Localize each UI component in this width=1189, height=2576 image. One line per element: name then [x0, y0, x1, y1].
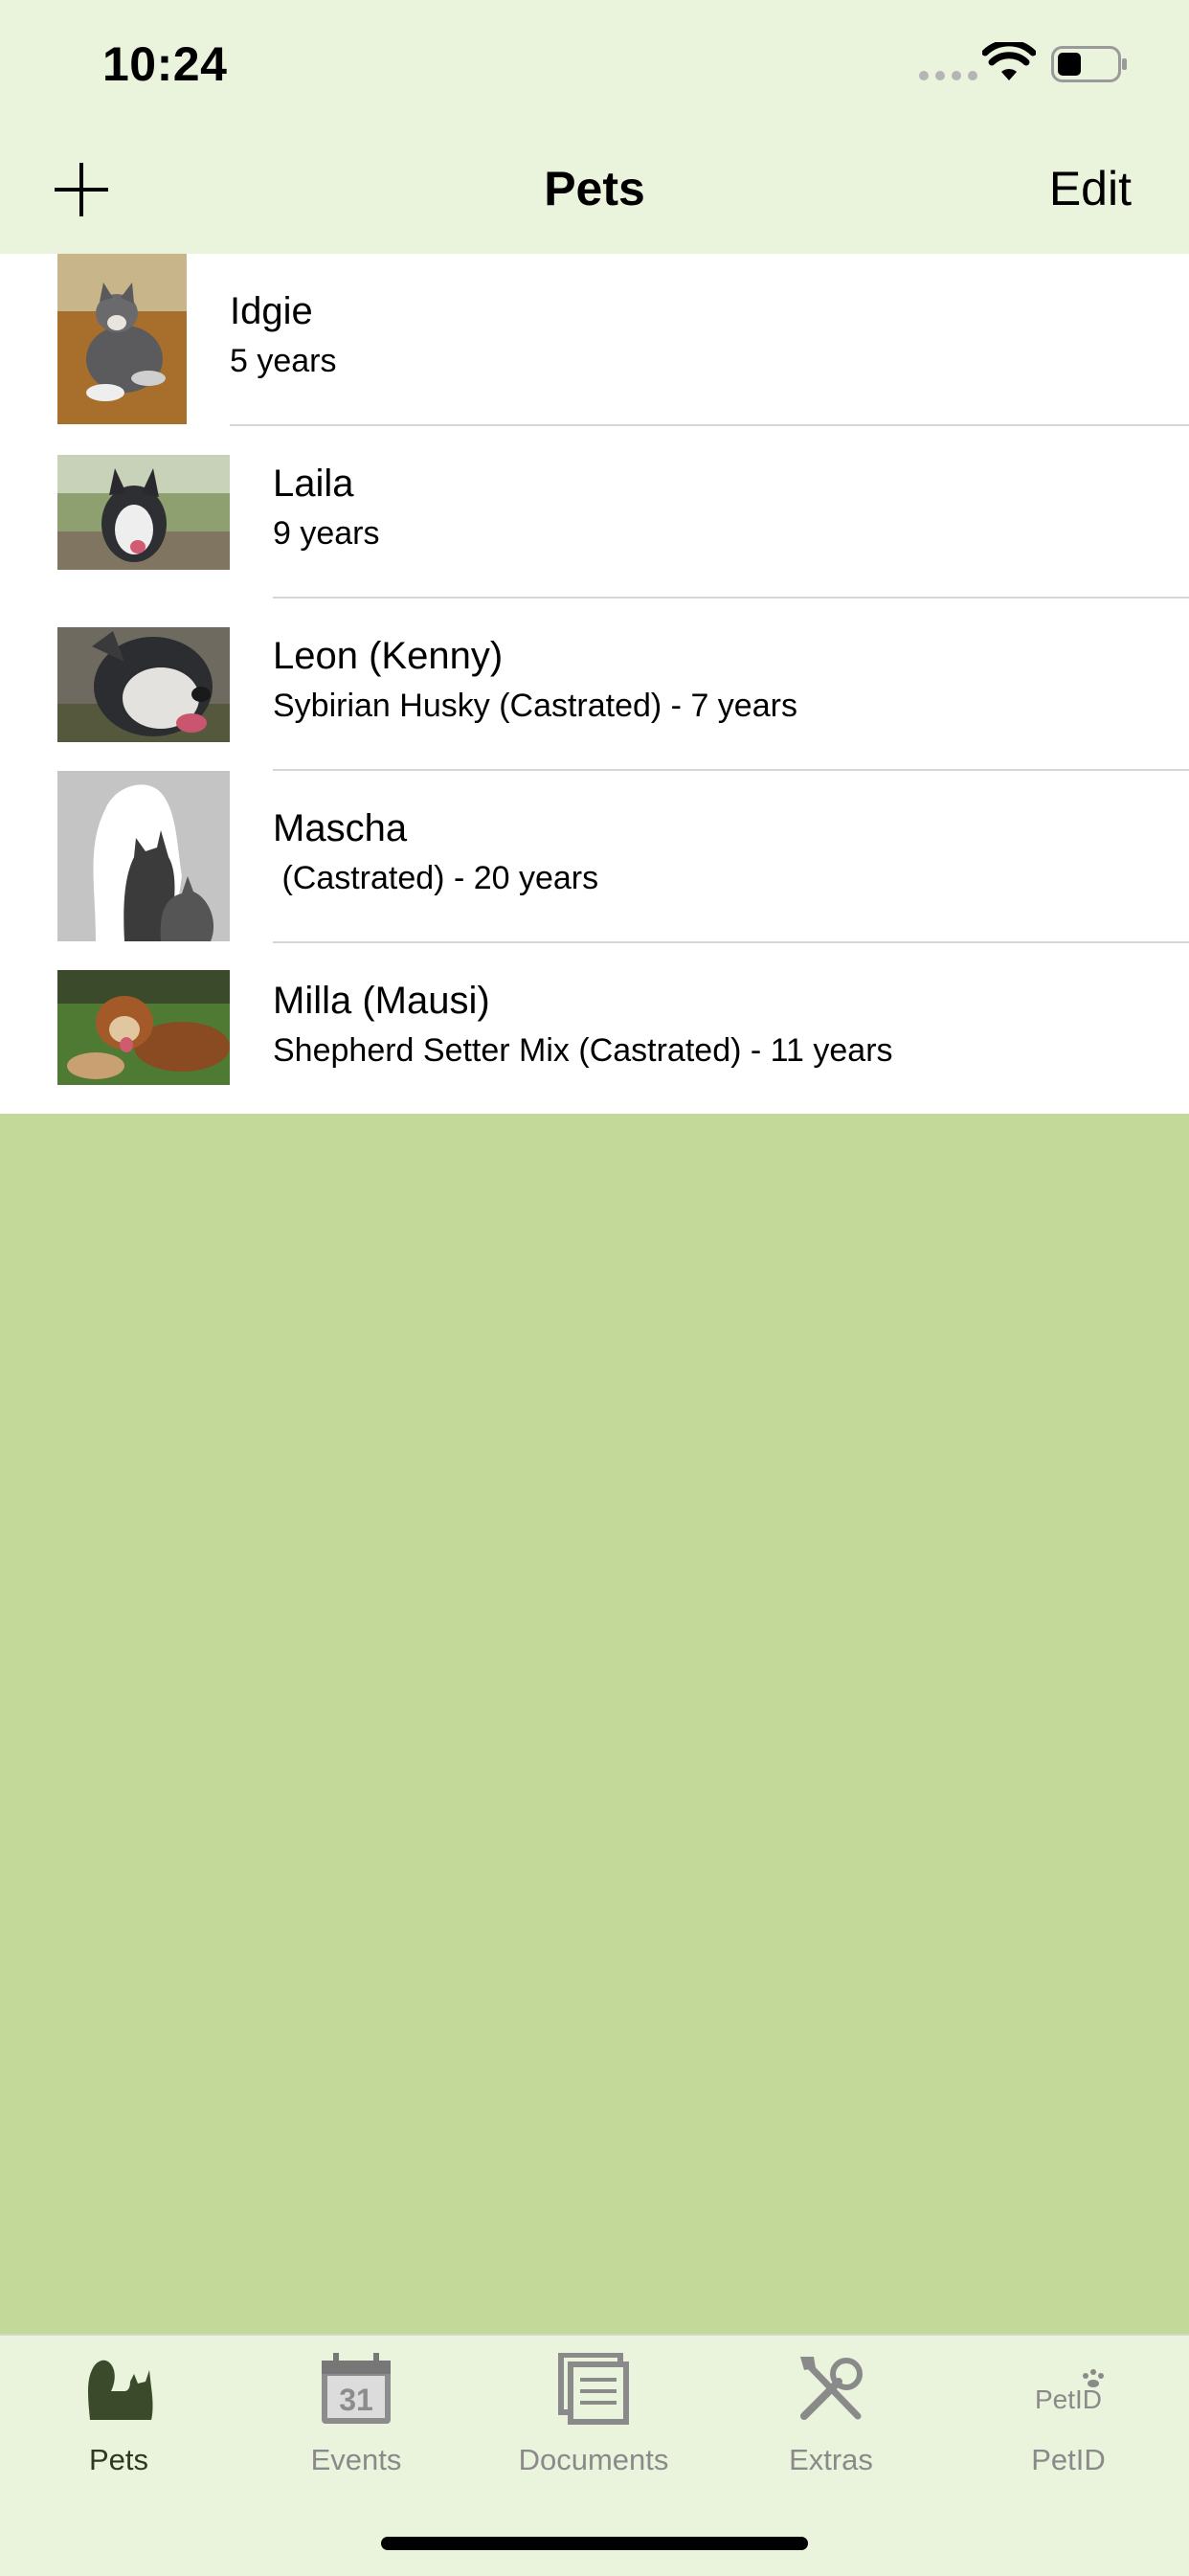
edit-button[interactable]: Edit: [1049, 161, 1132, 216]
pets-icon: [88, 2360, 153, 2420]
pet-detail: (Castrated) - 20 years: [273, 860, 599, 896]
pet-row-mascha[interactable]: Mascha (Castrated) - 20 years: [0, 771, 1189, 943]
pet-row-idgie[interactable]: Idgie 5 years: [0, 254, 1189, 426]
pet-row-leon[interactable]: Leon (Kenny) Sybirian Husky (Castrated) …: [0, 599, 1189, 771]
pet-name: Laila: [273, 463, 354, 505]
battery-icon: [1051, 46, 1127, 82]
page-title: Pets: [544, 162, 645, 215]
tab-documents[interactable]: Documents: [475, 2336, 712, 2498]
pet-row-milla[interactable]: Milla (Mausi) Shepherd Setter Mix (Castr…: [0, 943, 1189, 1114]
pet-name: Mascha: [273, 807, 408, 849]
tab-label: Events: [310, 2443, 402, 2476]
svg-text:PetID: PetID: [1035, 2384, 1102, 2414]
navigation-bar: 10:24 Pets Edit: [0, 0, 1189, 256]
tab-events[interactable]: 31 Events: [237, 2336, 475, 2498]
pet-photo-mascha: [57, 771, 230, 941]
pet-photo-leon: [57, 627, 230, 742]
tab-pets[interactable]: Pets: [0, 2336, 237, 2498]
tools-icon: [800, 2357, 863, 2420]
pet-photo-idgie: [57, 254, 187, 424]
tab-petid[interactable]: PetID PetID: [950, 2336, 1187, 2498]
documents-icon: [558, 2353, 629, 2425]
pet-detail: Shepherd Setter Mix (Castrated) - 11 yea…: [273, 1032, 893, 1069]
petid-icon: PetID: [1035, 2369, 1104, 2414]
pet-detail: 5 years: [230, 343, 337, 379]
pet-row-laila[interactable]: Laila 9 years: [0, 426, 1189, 599]
home-indicator[interactable]: [381, 2537, 808, 2550]
pet-name: Idgie: [230, 290, 313, 332]
cellular-signal-icon: [919, 71, 977, 80]
pet-list: Idgie 5 years Laila 9 years Leon (Kenny)…: [0, 254, 1189, 1114]
svg-text:31: 31: [339, 2383, 373, 2417]
pet-name: Leon (Kenny): [273, 635, 504, 677]
status-time: 10:24: [102, 37, 228, 91]
tab-label: Pets: [88, 2443, 149, 2476]
tab-extras[interactable]: Extras: [712, 2336, 950, 2498]
tab-label: Extras: [789, 2443, 873, 2476]
tab-label: PetID: [1031, 2443, 1106, 2476]
wifi-icon: [982, 42, 1036, 80]
tab-label: Documents: [518, 2443, 669, 2476]
pet-detail: 9 years: [273, 515, 380, 552]
pet-name: Milla (Mausi): [273, 980, 490, 1022]
pet-photo-milla: [57, 970, 230, 1085]
pet-detail: Sybirian Husky (Castrated) - 7 years: [273, 688, 797, 724]
pet-photo-laila: [57, 455, 230, 570]
calendar-icon: 31: [322, 2353, 391, 2424]
